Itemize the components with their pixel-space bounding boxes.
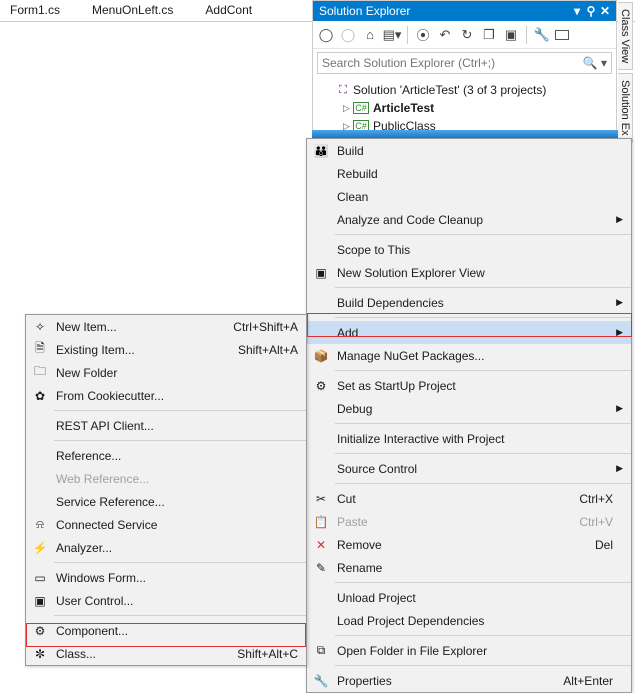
new-item-icon: ✧: [26, 320, 54, 334]
side-tab-classview[interactable]: Class View: [618, 2, 633, 70]
menu-existing-item[interactable]: 🗎Existing Item...Shift+Alt+A: [26, 338, 306, 361]
properties-icon: 🔧: [307, 674, 335, 688]
side-tabs: Class View Solution Ex: [618, 2, 634, 146]
switch-view-icon[interactable]: ▤▾: [383, 26, 401, 44]
new-folder-icon: 🗀: [26, 362, 54, 383]
menu-service-reference[interactable]: Service Reference...: [26, 490, 306, 513]
paste-icon: 📋: [307, 515, 335, 529]
forward-icon[interactable]: ◯: [339, 26, 357, 44]
build-icon: 👪: [307, 144, 335, 158]
menu-new-folder[interactable]: 🗀New Folder: [26, 361, 306, 384]
analyzer-icon: ⚡: [26, 541, 54, 555]
menu-web-reference: Web Reference...: [26, 467, 306, 490]
solution-explorer-toolbar: ◯ ◯ ⌂ ▤▾ ⦿ ↶ ↻ ❐ ▣ 🔧: [313, 21, 616, 49]
search-icon[interactable]: 🔍 ▾: [583, 56, 607, 70]
menu-add[interactable]: Add▶: [307, 321, 631, 344]
menu-clean[interactable]: Clean: [307, 185, 631, 208]
refresh-icon[interactable]: ↶: [436, 26, 454, 44]
refresh2-icon[interactable]: ↻: [458, 26, 476, 44]
menu-debug[interactable]: Debug▶: [307, 397, 631, 420]
class-icon: ✼: [26, 647, 54, 661]
menu-rest-client[interactable]: REST API Client...: [26, 414, 306, 437]
project-label: ArticleTest: [373, 101, 434, 115]
rename-icon: ✎: [307, 561, 335, 575]
close-icon[interactable]: ✕: [598, 4, 612, 18]
menu-source-control[interactable]: Source Control▶: [307, 457, 631, 480]
menu-rename[interactable]: ✎Rename: [307, 556, 631, 579]
menu-unload[interactable]: Unload Project: [307, 586, 631, 609]
menu-analyze[interactable]: Analyze and Code Cleanup▶: [307, 208, 631, 231]
solution-explorer-search[interactable]: 🔍 ▾: [317, 52, 612, 74]
expand-icon[interactable]: ▷: [343, 103, 353, 114]
side-tab-solution[interactable]: Solution Ex: [618, 73, 633, 143]
project-articletest[interactable]: ▷ C# ArticleTest: [317, 99, 614, 117]
menu-reference[interactable]: Reference...: [26, 444, 306, 467]
menu-startup[interactable]: ⚙Set as StartUp Project: [307, 374, 631, 397]
add-submenu: ✧New Item...Ctrl+Shift+A 🗎Existing Item.…: [25, 314, 307, 666]
preview-icon[interactable]: [555, 30, 569, 40]
solution-explorer-title: Solution Explorer: [319, 4, 570, 18]
menu-remove[interactable]: ✕RemoveDel: [307, 533, 631, 556]
csharp-project-icon: C#: [353, 102, 369, 114]
menu-scope[interactable]: Scope to This: [307, 238, 631, 261]
connected-service-icon: ⍾: [26, 517, 54, 532]
tab-addcont[interactable]: AddCont: [195, 0, 274, 21]
window-menu-icon[interactable]: ▾: [570, 4, 584, 18]
menu-user-control[interactable]: ▣User Control...: [26, 589, 306, 612]
startup-icon: ⚙: [307, 379, 335, 393]
cut-icon: ✂: [307, 492, 335, 506]
menu-class[interactable]: ✼Class...Shift+Alt+C: [26, 642, 306, 665]
folder-icon: ⧉: [307, 643, 335, 658]
menu-nuget[interactable]: 📦Manage NuGet Packages...: [307, 344, 631, 367]
remove-icon: ✕: [307, 538, 335, 552]
tab-form1[interactable]: Form1.cs: [0, 0, 82, 21]
menu-cookiecutter[interactable]: ✿From Cookiecutter...: [26, 384, 306, 407]
sync-icon[interactable]: ⦿: [414, 26, 432, 44]
menu-build-deps[interactable]: Build Dependencies▶: [307, 291, 631, 314]
menu-init-interactive[interactable]: Initialize Interactive with Project: [307, 427, 631, 450]
menu-windows-form[interactable]: ▭Windows Form...: [26, 566, 306, 589]
cookiecutter-icon: ✿: [26, 389, 54, 403]
menu-new-solution-view[interactable]: ▣New Solution Explorer View: [307, 261, 631, 284]
component-icon: ⚙: [26, 624, 54, 638]
solution-node[interactable]: ⛶ Solution 'ArticleTest' (3 of 3 project…: [317, 81, 614, 99]
nuget-icon: 📦: [307, 349, 335, 363]
tab-menuonleft[interactable]: MenuOnLeft.cs: [82, 0, 195, 21]
menu-connected-service[interactable]: ⍾Connected Service: [26, 513, 306, 536]
solution-explorer-panel: Solution Explorer ▾ ⚲ ✕ ◯ ◯ ⌂ ▤▾ ⦿ ↶ ↻ ❐…: [312, 0, 617, 142]
show-all-icon[interactable]: ▣: [502, 26, 520, 44]
menu-paste: 📋PasteCtrl+V: [307, 510, 631, 533]
user-control-icon: ▣: [26, 594, 54, 608]
collapse-icon[interactable]: ❐: [480, 26, 498, 44]
back-icon[interactable]: ◯: [317, 26, 335, 44]
existing-item-icon: 🗎: [26, 339, 54, 360]
menu-component[interactable]: ⚙Component...: [26, 619, 306, 642]
home-icon[interactable]: ⌂: [361, 26, 379, 44]
project-context-menu: 👪Build Rebuild Clean Analyze and Code Cl…: [306, 138, 632, 693]
properties-icon[interactable]: 🔧: [533, 26, 551, 44]
menu-cut[interactable]: ✂CutCtrl+X: [307, 487, 631, 510]
search-input[interactable]: [322, 56, 583, 70]
menu-properties[interactable]: 🔧PropertiesAlt+Enter: [307, 669, 631, 692]
solution-icon: ⛶: [335, 83, 351, 97]
solution-explorer-titlebar: Solution Explorer ▾ ⚲ ✕: [313, 1, 616, 21]
new-view-icon: ▣: [307, 266, 335, 280]
solution-label: Solution 'ArticleTest' (3 of 3 projects): [353, 83, 546, 97]
menu-rebuild[interactable]: Rebuild: [307, 162, 631, 185]
form-icon: ▭: [26, 571, 54, 585]
menu-new-item[interactable]: ✧New Item...Ctrl+Shift+A: [26, 315, 306, 338]
menu-open-folder[interactable]: ⧉Open Folder in File Explorer: [307, 639, 631, 662]
menu-build[interactable]: 👪Build: [307, 139, 631, 162]
menu-load-deps[interactable]: Load Project Dependencies: [307, 609, 631, 632]
pin-icon[interactable]: ⚲: [584, 4, 598, 18]
menu-analyzer[interactable]: ⚡Analyzer...: [26, 536, 306, 559]
tree-selection-highlight: [312, 130, 632, 138]
